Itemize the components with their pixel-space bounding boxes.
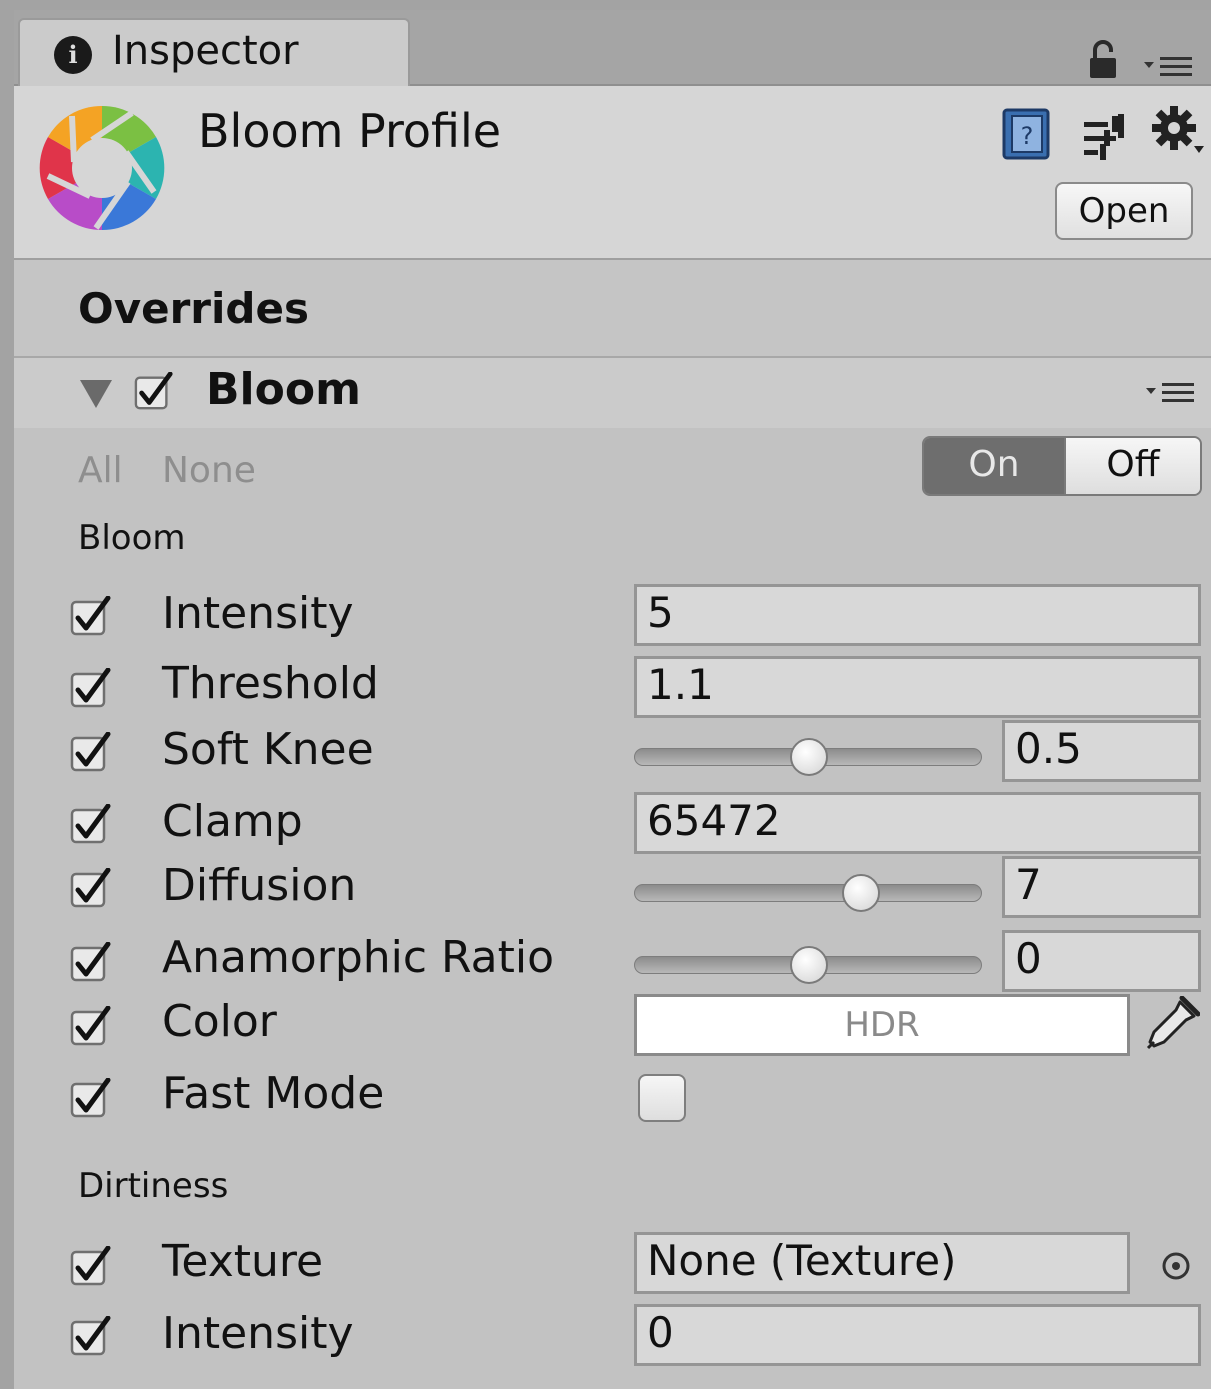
- color-label: Color: [162, 996, 277, 1047]
- eyedropper-icon[interactable]: [1140, 996, 1200, 1056]
- foldout-arrow-icon[interactable]: [78, 378, 114, 410]
- toggle-off-option[interactable]: Off: [1064, 438, 1200, 494]
- soft-knee-input[interactable]: 0.5: [1002, 720, 1201, 782]
- section-label-dirtiness: Dirtiness: [78, 1166, 229, 1206]
- threshold-label: Threshold: [162, 658, 379, 709]
- diffusion-slider[interactable]: [634, 884, 982, 902]
- toggle-on-option[interactable]: On: [924, 438, 1064, 494]
- gear-icon[interactable]: [1152, 106, 1206, 160]
- clamp-label: Clamp: [162, 796, 303, 847]
- select-all-link[interactable]: All: [78, 450, 123, 491]
- presets-icon[interactable]: [1082, 112, 1126, 160]
- anamorphic-ratio-slider-thumb[interactable]: [790, 946, 828, 984]
- dirt-intensity-label: Intensity: [162, 1308, 354, 1359]
- help-book-icon[interactable]: ?: [1000, 106, 1054, 162]
- section-label-bloom: Bloom: [78, 518, 186, 558]
- svg-text:?: ?: [1021, 122, 1034, 150]
- color-override-checkbox[interactable]: [70, 1006, 112, 1048]
- texture-override-checkbox[interactable]: [70, 1246, 112, 1288]
- threshold-input[interactable]: 1.1: [634, 656, 1201, 718]
- fast-mode-override-checkbox[interactable]: [70, 1078, 112, 1120]
- intensity-label: Intensity: [162, 588, 354, 639]
- open-button[interactable]: Open: [1055, 182, 1193, 240]
- select-none-link[interactable]: None: [162, 450, 256, 491]
- fast-mode-label: Fast Mode: [162, 1068, 385, 1119]
- clamp-input[interactable]: 65472: [634, 792, 1201, 854]
- info-icon: i: [54, 36, 92, 74]
- lock-icon[interactable]: [1088, 40, 1118, 80]
- asset-header: Bloom Profile ? Open: [14, 86, 1211, 261]
- anamorphic-ratio-override-checkbox[interactable]: [70, 942, 112, 984]
- threshold-override-checkbox[interactable]: [70, 668, 112, 710]
- bloom-component-header[interactable]: Bloom: [14, 358, 1211, 428]
- diffusion-input[interactable]: 7: [1002, 856, 1201, 918]
- component-menu-icon[interactable]: [1144, 380, 1196, 406]
- bloom-enabled-checkbox[interactable]: [134, 372, 174, 412]
- post-process-profile-icon: [39, 105, 165, 231]
- tab-label: Inspector: [112, 28, 299, 74]
- asset-title: Bloom Profile: [198, 104, 502, 158]
- texture-label: Texture: [162, 1236, 324, 1287]
- dirt-intensity-override-checkbox[interactable]: [70, 1316, 112, 1358]
- soft-knee-slider-thumb[interactable]: [790, 738, 828, 776]
- diffusion-slider-thumb[interactable]: [842, 874, 880, 912]
- overrides-header: Overrides: [14, 260, 1211, 358]
- fast-mode-checkbox[interactable]: [638, 1074, 686, 1122]
- tab-menu-icon[interactable]: [1142, 54, 1194, 80]
- diffusion-label: Diffusion: [162, 860, 357, 911]
- tab-inspector[interactable]: i Inspector: [18, 18, 410, 88]
- object-picker-icon[interactable]: [1160, 1250, 1192, 1282]
- anamorphic-ratio-label: Anamorphic Ratio: [162, 932, 555, 983]
- soft-knee-label: Soft Knee: [162, 724, 374, 775]
- anamorphic-ratio-input[interactable]: 0: [1002, 930, 1201, 992]
- intensity-input[interactable]: 5: [634, 584, 1201, 646]
- clamp-override-checkbox[interactable]: [70, 804, 112, 846]
- texture-object-field[interactable]: None (Texture): [634, 1232, 1130, 1294]
- inspector-window: i Inspector Bloom Profile ? Open Overrid…: [14, 10, 1211, 1389]
- color-swatch[interactable]: HDR: [634, 994, 1130, 1056]
- tab-bar: i Inspector: [14, 10, 1211, 88]
- overrides-title: Overrides: [78, 284, 309, 333]
- dirt-intensity-input[interactable]: 0: [634, 1304, 1201, 1366]
- soft-knee-override-checkbox[interactable]: [70, 732, 112, 774]
- component-title: Bloom: [206, 364, 361, 415]
- on-off-toggle[interactable]: On Off: [922, 436, 1202, 496]
- intensity-override-checkbox[interactable]: [70, 596, 112, 638]
- diffusion-override-checkbox[interactable]: [70, 868, 112, 910]
